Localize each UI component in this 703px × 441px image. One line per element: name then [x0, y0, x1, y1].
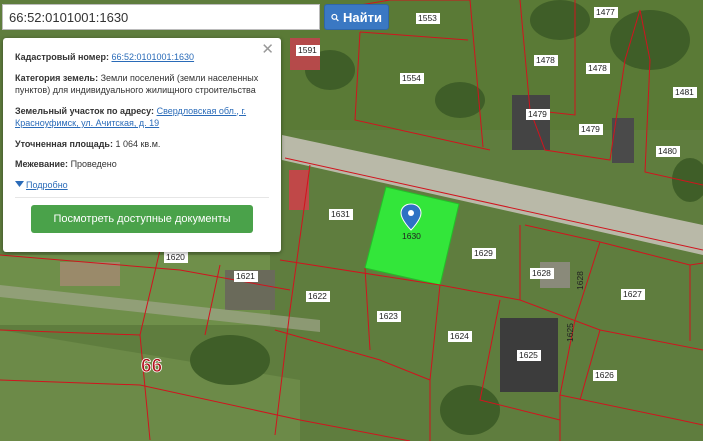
close-icon[interactable]: ✕ [261, 42, 274, 57]
caret-down-icon [15, 181, 24, 188]
category-label: Категория земель: [15, 72, 99, 83]
parcel-label-1478: 1478 [536, 55, 555, 65]
cadastral-link[interactable]: 66:52:0101001:1630 [111, 52, 194, 62]
parcel-label-1627: 1627 [623, 289, 642, 299]
parcel-label-1620: 1620 [166, 252, 185, 262]
area-row: Уточненная площадь: 1 064 кв.м. [15, 138, 269, 151]
survey-row: Межевание: Проведено [15, 158, 269, 171]
parcel-label-1477: 1477 [596, 7, 615, 17]
parcel-label-1629: 1629 [474, 248, 493, 258]
parcel-label-1623: 1623 [379, 311, 398, 321]
details-label: Подробно [26, 179, 68, 190]
address-row: Земельный участок по адресу: Свердловска… [15, 105, 269, 130]
parcel-label-1479: 1479 [528, 109, 547, 119]
survey-label: Межевание: [15, 159, 69, 169]
parcel-info-panel: ✕ Кадастровый номер: 66:52:0101001:1630 … [3, 38, 281, 252]
view-documents-button[interactable]: Посмотреть доступные документы [31, 204, 253, 233]
parcel-label-1630: 1630 [402, 231, 421, 241]
parcel-label-1554: 1554 [402, 73, 421, 83]
survey-value: Проведено [70, 159, 117, 169]
parcel-label-1626: 1626 [595, 370, 614, 380]
parcel-label-1481: 1481 [675, 87, 694, 97]
parcel-label-1631: 1631 [331, 209, 350, 219]
category-row: Категория земель: Земли поселений (земли… [15, 72, 269, 97]
address-label: Земельный участок по адресу: [15, 105, 155, 116]
search-button[interactable]: Найти [324, 4, 389, 30]
parcel-label-1480: 1480 [658, 146, 677, 156]
parcel-label-1621: 1621 [236, 271, 255, 281]
search-icon [331, 13, 339, 21]
parcel-label-1553: 1553 [418, 13, 437, 23]
parcel-label-1628: 1628 [532, 268, 551, 278]
region-label: 66 [141, 356, 162, 377]
search-button-label: Найти [343, 9, 382, 25]
parcel-label-1625-b: 1625 [565, 323, 575, 342]
cadastral-row: Кадастровый номер: 66:52:0101001:1630 [15, 51, 269, 64]
parcel-label-1625: 1625 [519, 350, 538, 360]
parcel-label-1624: 1624 [450, 331, 469, 341]
cadastral-label: Кадастровый номер: [15, 52, 109, 62]
parcel-label-1628-b: 1628 [575, 271, 585, 290]
divider [15, 196, 269, 198]
parcel-label-1479-b: 1479 [581, 124, 600, 134]
parcel-label-1591: 1591 [298, 45, 317, 55]
search-input[interactable] [2, 4, 320, 30]
map-view[interactable]: 1553 1477 1591 1554 1478 1478 1481 1479 … [0, 0, 703, 441]
area-label: Уточненная площадь: [15, 138, 113, 149]
parcel-label-1478-b: 1478 [588, 63, 607, 73]
parcel-label-1622: 1622 [308, 291, 327, 301]
details-toggle[interactable]: Подробно [15, 179, 68, 192]
area-value: 1 064 кв.м. [115, 138, 161, 149]
